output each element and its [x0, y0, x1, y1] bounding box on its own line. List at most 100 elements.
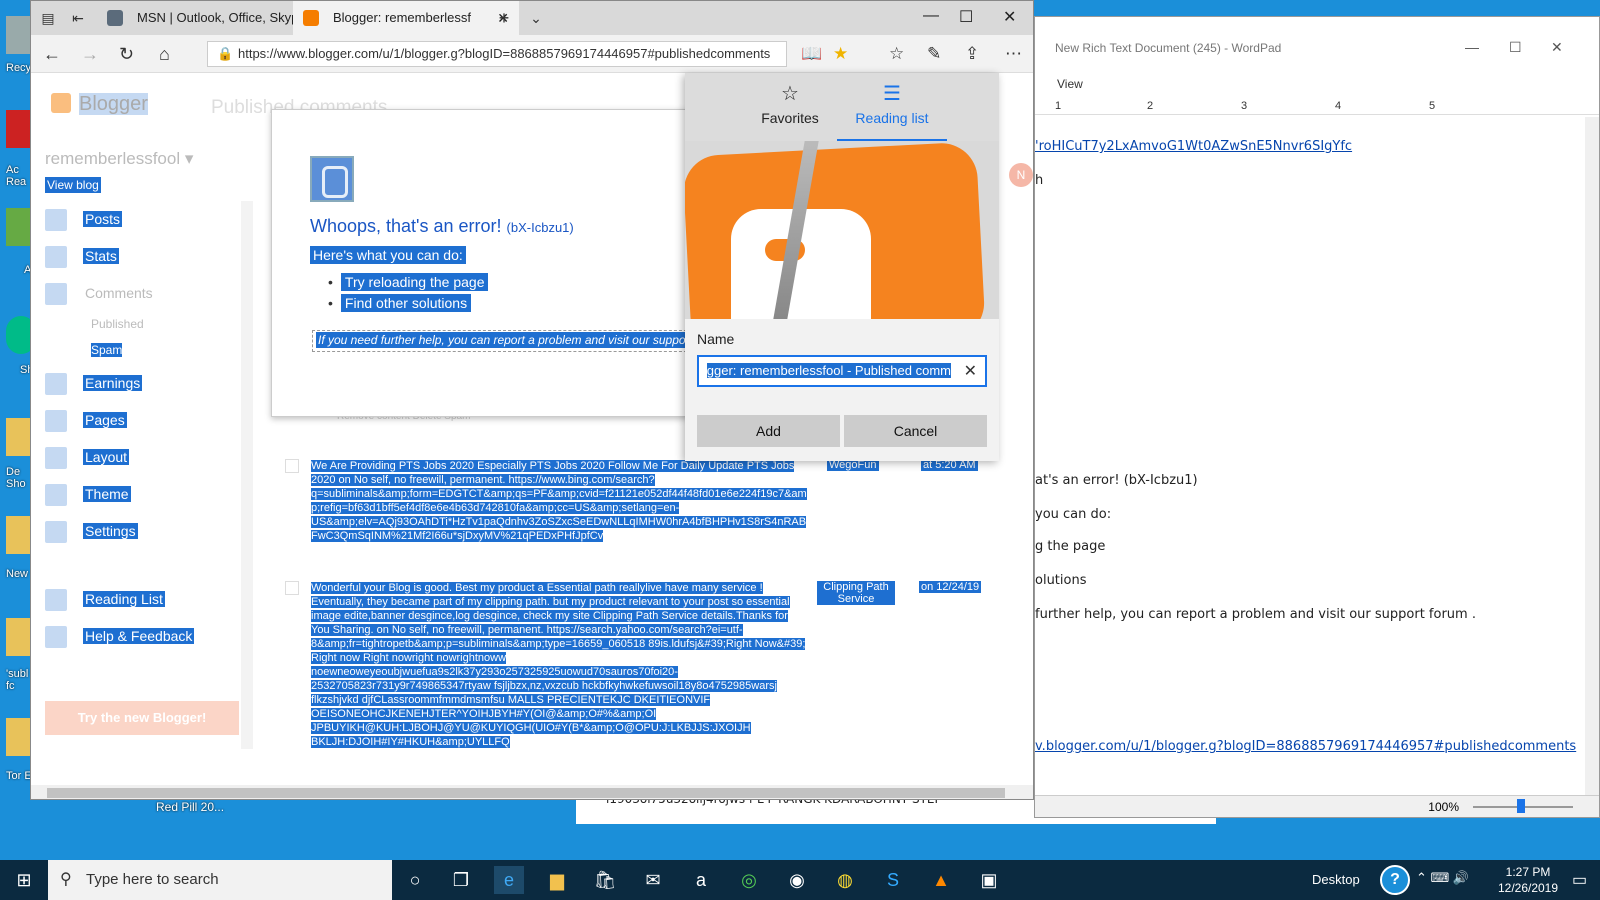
msn-favicon-icon	[107, 10, 123, 26]
notification-icon[interactable]: ▭	[1572, 870, 1587, 890]
url-input[interactable]: 🔒 https://www.blogger.com/u/1/blogger.g?…	[207, 41, 787, 67]
sidebar-item-settings[interactable]: Settings	[45, 521, 265, 543]
tab-preview-icon[interactable]: ▤	[39, 9, 57, 27]
close-icon[interactable]: ✕	[1003, 7, 1016, 27]
address-bar: ← → ↻ ⌂ 🔒 https://www.blogger.com/u/1/bl…	[31, 35, 1033, 73]
ruler-mark: 2	[1147, 100, 1154, 112]
task-view-icon[interactable]: ❐	[446, 866, 476, 894]
document-line: you can do:	[1035, 507, 1112, 522]
horizontal-scrollbar[interactable]	[31, 785, 1033, 799]
more-icon[interactable]: ⋯	[1005, 44, 1022, 64]
forward-icon[interactable]: →	[81, 44, 99, 65]
maximize-icon[interactable]: ☐	[1509, 39, 1522, 56]
refresh-icon[interactable]: ↻	[119, 44, 134, 65]
sidebar-item-earnings[interactable]: Earnings	[45, 373, 265, 395]
wordpad-titlebar: New Rich Text Document (245) - WordPad —…	[1035, 25, 1599, 57]
blogger-logo-icon	[51, 93, 71, 113]
error-option-reload[interactable]: • Try reloading the page	[328, 273, 489, 291]
document-area[interactable]: 'roHICuT7y2LxAmvoG1Wt0AZwSnE5Nnvr6SIgYfc…	[1035, 117, 1583, 807]
sidebar-item-pages[interactable]: Pages	[45, 410, 265, 432]
file-explorer-icon[interactable]: ▆	[542, 866, 572, 894]
reading-list-icon: ☰	[883, 83, 901, 105]
chrome-icon[interactable]: ◍	[830, 866, 860, 894]
vlc-icon[interactable]: ▲	[926, 866, 956, 894]
pen-icon[interactable]: ✎	[927, 44, 941, 64]
clock[interactable]: 1:27 PM 12/26/2019	[1494, 864, 1562, 896]
amazon-icon[interactable]: a	[686, 866, 716, 894]
sidebar-item-stats[interactable]: Stats	[45, 246, 265, 268]
set-tabs-aside-icon[interactable]: ⇤	[69, 9, 87, 27]
reading-view-icon[interactable]: 📖	[801, 44, 822, 64]
clear-icon[interactable]: ✕	[964, 361, 977, 381]
tab-reading-list[interactable]: ☰ Reading list	[837, 81, 947, 141]
scrollbar-thumb[interactable]	[47, 788, 1005, 798]
comment-text: We Are Providing PTS Jobs 2020 Especiall…	[311, 460, 807, 542]
sidebar-item-layout[interactable]: Layout	[45, 447, 265, 469]
sidebar-sub-published[interactable]: Published	[91, 317, 144, 331]
taskbar: ⊞ ⚲ Type here to search ○ ❐ e ▆ 🛍 ✉ a ◎ ◉…	[0, 860, 1600, 900]
menu-view[interactable]: View	[1057, 77, 1083, 91]
desktop-toolbar[interactable]: Desktop	[1312, 872, 1360, 887]
cortana-icon[interactable]: ○	[400, 866, 430, 894]
edge-icon[interactable]: e	[494, 866, 524, 894]
help-icon[interactable]: ?	[1380, 865, 1410, 895]
new-tab-icon[interactable]: +	[495, 9, 513, 27]
close-icon[interactable]: ✕	[1551, 39, 1563, 56]
mail-icon[interactable]: ✉	[638, 866, 668, 894]
vertical-scrollbar[interactable]	[1585, 117, 1599, 807]
status-bar: 100%	[1035, 795, 1599, 817]
media-icon[interactable]: ◉	[782, 866, 812, 894]
tab-blogger[interactable]: Blogger: rememberlessf ✕	[293, 1, 519, 35]
error-option-solutions[interactable]: • Find other solutions	[328, 294, 472, 312]
blog-name-dropdown[interactable]: rememberlessfool ▾	[45, 149, 193, 169]
sidebar-item-comments[interactable]: Comments	[45, 283, 265, 305]
sidebar-item-theme[interactable]: Theme	[45, 484, 265, 506]
name-input[interactable]: Blogger: rememberlessfool - Published co…	[697, 355, 987, 387]
name-label: Name	[697, 331, 735, 347]
comment-author[interactable]: Clipping Path Service	[817, 581, 895, 605]
paint-icon[interactable]: ▣	[974, 866, 1004, 894]
document-link[interactable]: v.blogger.com/u/1/blogger.g?blogID=88688…	[1035, 739, 1576, 754]
view-blog-link[interactable]: View blog	[45, 177, 101, 193]
comments-icon	[45, 283, 67, 305]
tab-favorites[interactable]: ☆ Favorites	[735, 81, 845, 126]
sidebar-scrollbar[interactable]	[241, 201, 253, 749]
avatar[interactable]: N	[1009, 163, 1033, 187]
try-new-blogger-button[interactable]: Try the new Blogger!	[45, 701, 239, 735]
comment-checkbox[interactable]	[285, 459, 299, 473]
favorites-hub-icon[interactable]: ☆	[889, 44, 904, 64]
posts-icon	[45, 209, 67, 231]
chevron-down-icon[interactable]: ⌄	[527, 9, 545, 27]
ruler-mark: 4	[1335, 100, 1342, 112]
ruler-mark: 3	[1241, 100, 1248, 112]
desktop-file-label[interactable]: Red Pill 20...	[156, 800, 224, 814]
favorite-star-icon[interactable]: ★	[833, 44, 848, 64]
minimize-icon[interactable]: —	[923, 7, 939, 25]
sidebar-item-posts[interactable]: Posts	[45, 209, 265, 231]
minimize-icon[interactable]: —	[1465, 39, 1479, 55]
desktop-label: Recy	[6, 62, 32, 74]
sidebar-item-reading-list[interactable]: Reading List	[45, 589, 265, 611]
document-line: at's an error! (bX-Icbzu1)	[1035, 473, 1198, 488]
cancel-button[interactable]: Cancel	[844, 415, 987, 447]
store-icon[interactable]: 🛍	[590, 866, 620, 894]
earnings-icon	[45, 373, 67, 395]
home-icon[interactable]: ⌂	[159, 44, 170, 65]
maximize-icon[interactable]: ☐	[959, 7, 973, 27]
error-lead: Here's what you can do:	[310, 246, 466, 264]
back-icon[interactable]: ←	[43, 44, 61, 65]
tripadvisor-icon[interactable]: ◎	[734, 866, 764, 894]
add-button[interactable]: Add	[697, 415, 840, 447]
document-link[interactable]: 'roHICuT7y2LxAmvoG1Wt0AZwSnE5Nnvr6SIgYfc	[1035, 139, 1352, 154]
windows-start-icon[interactable]: ⊞	[0, 860, 48, 900]
sidebar-item-help[interactable]: Help & Feedback	[45, 626, 265, 648]
taskbar-search[interactable]: ⚲ Type here to search	[48, 860, 392, 900]
comment-checkbox[interactable]	[285, 581, 299, 595]
blogger-logo[interactable]: Blogger	[79, 93, 148, 116]
system-tray[interactable]: ⌃ ⌨ 🔊	[1416, 870, 1469, 886]
skype-icon[interactable]: S	[878, 866, 908, 894]
zoom-slider-thumb[interactable]	[1517, 799, 1525, 813]
sidebar-sub-spam[interactable]: Spam	[91, 343, 123, 357]
share-icon[interactable]: ⇪	[965, 44, 979, 64]
tab-msn[interactable]: MSN | Outlook, Office, Skyp	[97, 1, 293, 35]
